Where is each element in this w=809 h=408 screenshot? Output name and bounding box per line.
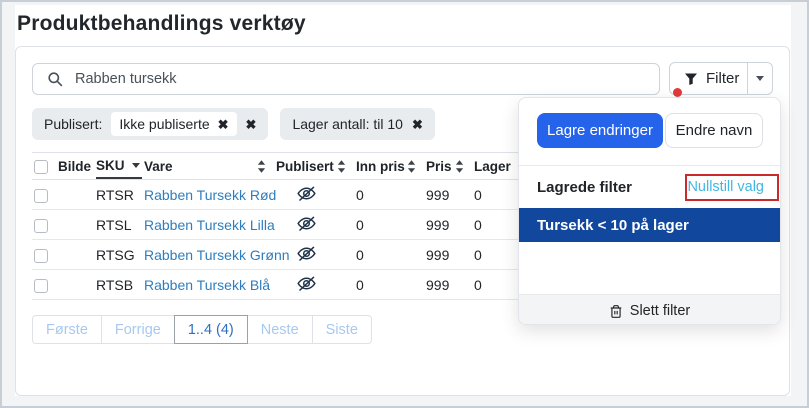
search-input[interactable] <box>32 63 660 95</box>
sort-icon[interactable] <box>407 160 416 173</box>
delete-filter-button[interactable]: Slett filter <box>519 294 780 325</box>
product-tool-app: Produktbehandlings verktøy <box>15 5 791 396</box>
save-changes-button[interactable]: Lagre endringer <box>537 113 663 148</box>
remove-chip-icon[interactable]: ✖ <box>412 118 423 131</box>
pagination-prev-button[interactable]: Forrige <box>101 315 175 344</box>
sku-cell: RTSR <box>92 180 140 210</box>
bilde-cell <box>54 270 92 300</box>
delete-filter-label: Slett filter <box>630 303 690 319</box>
bilde-cell <box>54 180 92 210</box>
column-header-pris-label: Pris <box>426 159 452 174</box>
search-field-wrap <box>32 63 660 95</box>
column-header-sku-label: SKU <box>96 158 125 173</box>
inn-pris-cell: 0 <box>352 270 422 300</box>
chip-publisert: Publisert: Ikke publiserte ✖ ✖ <box>32 108 268 140</box>
product-link[interactable]: Rabben Tursekk Blå <box>144 277 270 293</box>
screenshot-frame: Produktbehandlings verktøy <box>0 0 809 408</box>
sort-desc-icon <box>132 163 140 168</box>
saved-filters-empty-space <box>519 242 780 294</box>
filter-dropdown-panel: Lagre endringer Endre navn Lagrede filte… <box>518 97 781 325</box>
row-checkbox[interactable] <box>34 189 48 203</box>
pris-cell: 999 <box>422 240 470 270</box>
row-checkbox[interactable] <box>34 279 48 293</box>
pris-cell: 999 <box>422 180 470 210</box>
eye-slash-icon[interactable] <box>296 183 317 204</box>
chip-publisert-prefix: Publisert: <box>44 116 102 132</box>
column-header-pris[interactable]: Pris <box>422 153 470 180</box>
chip-lager-label: Lager antall: til 10 <box>292 116 403 132</box>
chip-publisert-value: Ikke publiserte <box>119 116 209 132</box>
row-checkbox[interactable] <box>34 249 48 263</box>
saved-filter-item-selected[interactable]: Tursekk < 10 på lager <box>519 208 780 242</box>
remove-value-icon[interactable]: ✖ <box>218 118 229 131</box>
filter-split-button: Filter <box>669 62 773 95</box>
pris-cell: 999 <box>422 270 470 300</box>
inn-pris-cell: 0 <box>352 180 422 210</box>
sort-icon[interactable] <box>337 160 346 173</box>
sort-icon[interactable] <box>257 160 266 173</box>
column-header-bilde[interactable]: Bilde <box>54 153 92 180</box>
filter-button[interactable]: Filter <box>670 63 747 94</box>
chip-lager-antall: Lager antall: til 10 ✖ <box>280 108 434 140</box>
sku-cell: RTSG <box>92 240 140 270</box>
column-header-vare-label: Vare <box>144 159 173 174</box>
filter-dropdown-toggle[interactable] <box>747 63 772 94</box>
column-header-publisert-label: Publisert <box>276 159 334 174</box>
pagination-current-page[interactable]: 1..4 (4) <box>174 315 248 344</box>
column-header-sku[interactable]: SKU <box>92 153 140 180</box>
inn-pris-cell: 0 <box>352 210 422 240</box>
reset-selection-link[interactable]: Nullstill valg <box>687 179 764 195</box>
pris-cell: 999 <box>422 210 470 240</box>
product-link[interactable]: Rabben Tursekk Rød <box>144 187 276 203</box>
rename-button[interactable]: Endre navn <box>665 113 763 148</box>
pagination-first-button[interactable]: Første <box>32 315 102 344</box>
sku-cell: RTSB <box>92 270 140 300</box>
pagination-next-button[interactable]: Neste <box>247 315 313 344</box>
eye-slash-icon[interactable] <box>296 243 317 264</box>
row-checkbox[interactable] <box>34 219 48 233</box>
saved-filters-label: Lagrede filter <box>537 179 632 196</box>
chevron-down-icon <box>756 76 764 81</box>
toolbar: Filter <box>32 62 773 95</box>
page-title: Produktbehandlings verktøy <box>17 12 306 36</box>
sort-icon[interactable] <box>455 160 464 173</box>
bilde-cell <box>54 240 92 270</box>
active-filter-badge <box>673 88 682 97</box>
column-header-publisert[interactable]: Publisert <box>272 153 352 180</box>
column-header-vare[interactable]: Vare <box>140 153 272 180</box>
remove-chip-icon[interactable]: ✖ <box>246 118 257 131</box>
saved-filters-header: Lagrede filter Nullstill valg <box>519 166 780 208</box>
pagination-last-button[interactable]: Siste <box>312 315 372 344</box>
sku-cell: RTSL <box>92 210 140 240</box>
product-link[interactable]: Rabben Tursekk Grønn <box>144 247 290 263</box>
filter-button-label: Filter <box>706 70 739 87</box>
eye-slash-icon[interactable] <box>296 273 317 294</box>
panel-buttons: Lagre endringer Endre navn <box>519 98 780 148</box>
trash-icon <box>609 304 623 319</box>
eye-slash-icon[interactable] <box>296 213 317 234</box>
column-header-inn-pris-label: Inn pris <box>356 159 405 174</box>
bilde-cell <box>54 210 92 240</box>
select-all-checkbox[interactable] <box>34 160 48 174</box>
funnel-icon <box>684 72 698 86</box>
inn-pris-cell: 0 <box>352 240 422 270</box>
chip-publisert-value-pill: Ikke publiserte ✖ <box>111 112 236 136</box>
search-icon <box>47 71 63 87</box>
product-link[interactable]: Rabben Tursekk Lilla <box>144 217 275 233</box>
column-header-inn-pris[interactable]: Inn pris <box>352 153 422 180</box>
